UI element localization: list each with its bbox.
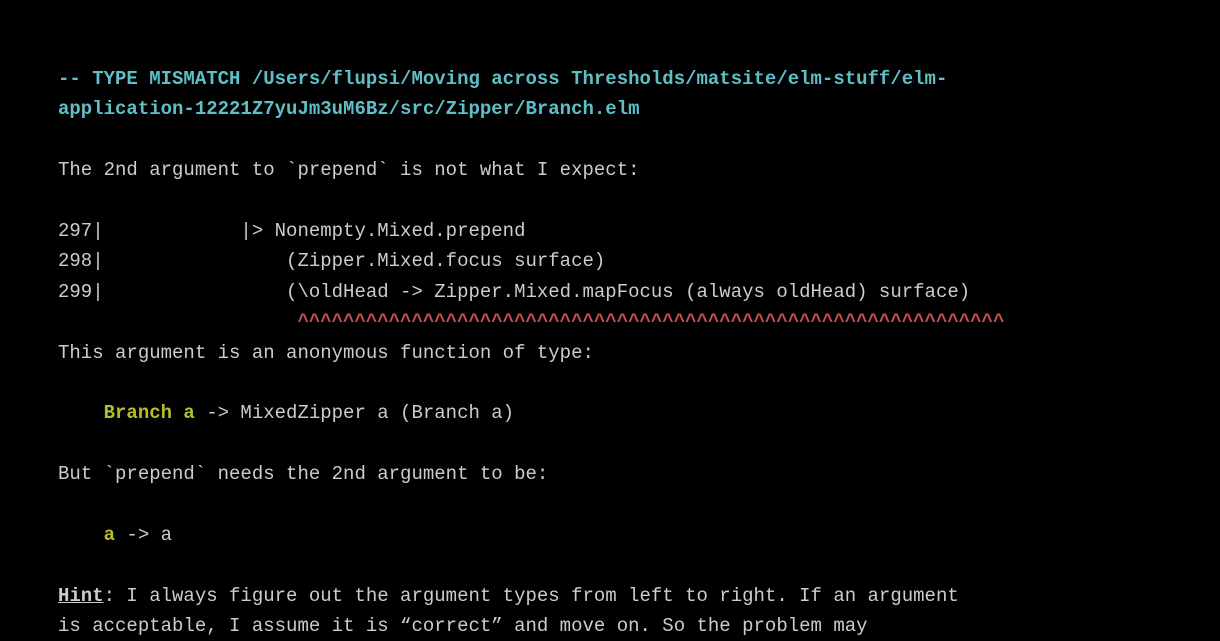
- error-intro: The 2nd argument to `prepend` is not wha…: [58, 155, 1162, 185]
- code-line-299: 299| (\oldHead -> Zipper.Mixed.mapFocus …: [58, 277, 1162, 307]
- hint-label: Hint: [58, 585, 104, 607]
- error-header-line2: application-12221Z7yuJm3uM6Bz/src/Zipper…: [58, 94, 1162, 124]
- terminal-output: -- TYPE MISMATCH /Users/flupsi/Moving ac…: [14, 14, 1206, 626]
- spacer: [58, 489, 1162, 519]
- highlighted-type-2: a: [104, 524, 115, 546]
- spacer: [58, 429, 1162, 459]
- spacer: [58, 368, 1162, 398]
- indent: [58, 524, 104, 546]
- spacer: [58, 186, 1162, 216]
- expected-type-line: a -> a: [58, 520, 1162, 550]
- explain-expected-type: But `prepend` needs the 2nd argument to …: [58, 459, 1162, 489]
- rest-type-1: -> MixedZipper a (Branch a): [195, 402, 514, 424]
- actual-type-line: Branch a -> MixedZipper a (Branch a): [58, 398, 1162, 428]
- explain-actual-type: This argument is an anonymous function o…: [58, 338, 1162, 368]
- indent: [58, 402, 104, 424]
- spacer: [58, 550, 1162, 580]
- rest-type-2: -> a: [115, 524, 172, 546]
- error-caret-underline: ^^^^^^^^^^^^^^^^^^^^^^^^^^^^^^^^^^^^^^^^…: [58, 307, 1162, 337]
- hint-line1: Hint: I always figure out the argument t…: [58, 581, 1162, 611]
- error-header-line1: -- TYPE MISMATCH /Users/flupsi/Moving ac…: [58, 64, 1162, 94]
- spacer: [58, 125, 1162, 155]
- hint-line2: is acceptable, I assume it is “correct” …: [58, 611, 1162, 641]
- code-line-298: 298| (Zipper.Mixed.focus surface): [58, 246, 1162, 276]
- hint-text-1: : I always figure out the argument types…: [104, 585, 959, 607]
- highlighted-type-1: Branch a: [104, 402, 195, 424]
- code-line-297: 297| |> Nonempty.Mixed.prepend: [58, 216, 1162, 246]
